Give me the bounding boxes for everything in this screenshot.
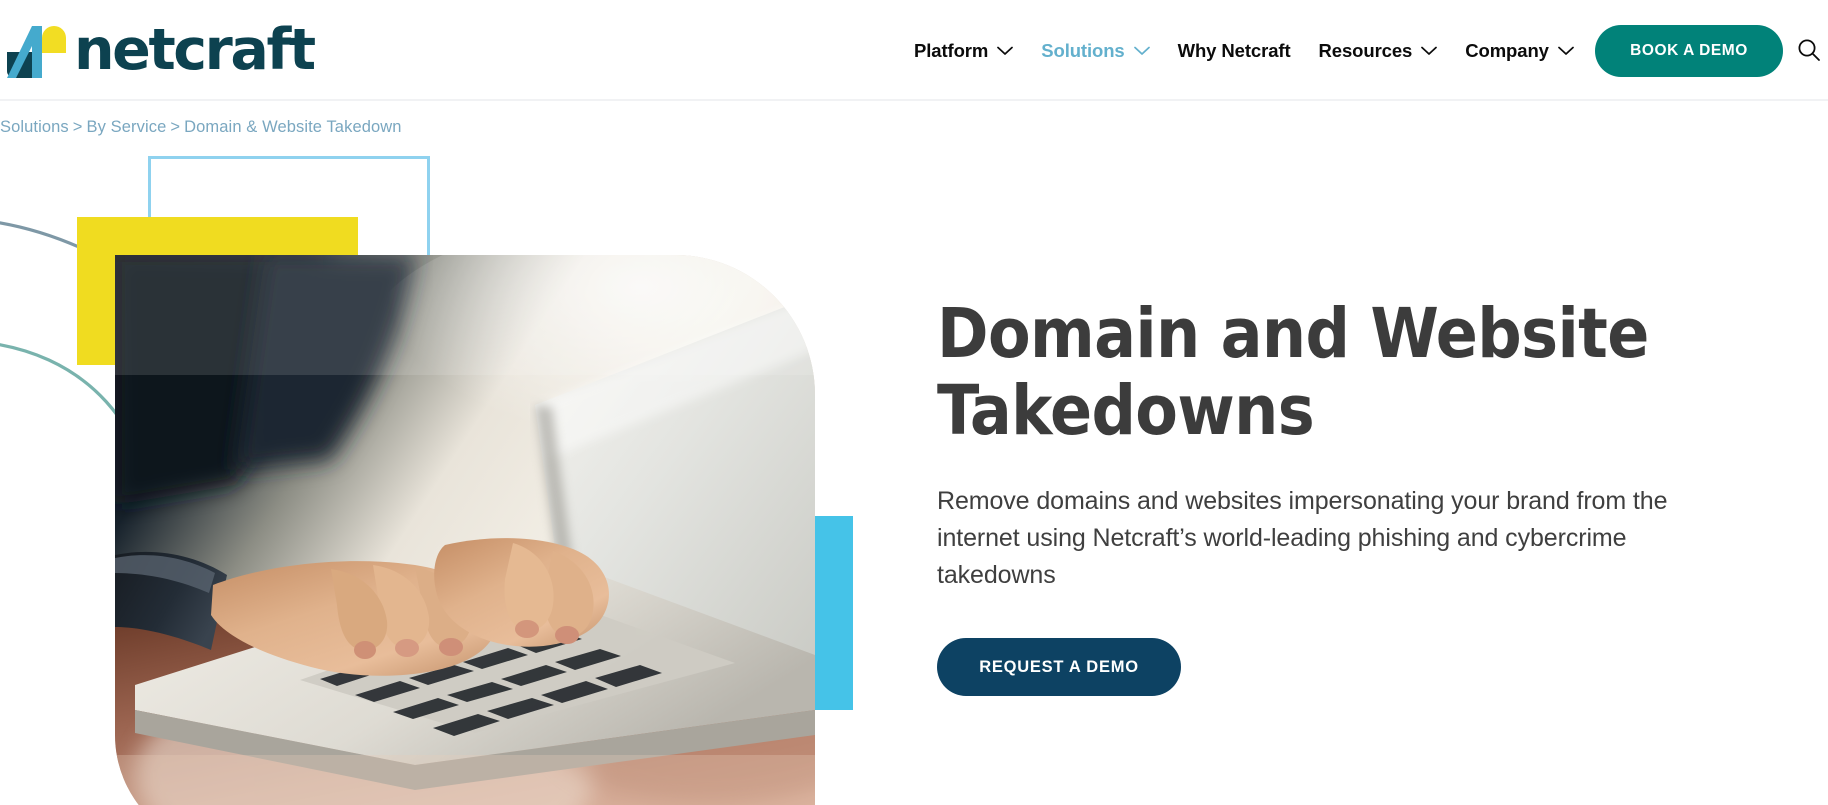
nav-item-why-netcraft[interactable]: Why Netcraft [1164, 0, 1305, 101]
search-icon [1798, 39, 1820, 61]
hero-image [115, 255, 815, 805]
netcraft-wordmark: netcraft [74, 17, 316, 83]
nav-label: Resources [1318, 39, 1413, 61]
nav-item-platform[interactable]: Platform [900, 0, 1027, 101]
nav-label: Company [1465, 39, 1549, 61]
site-header: netcraft Platform Solutions Why Netcraft… [0, 0, 1828, 101]
chevron-down-icon [997, 46, 1014, 55]
nav-item-solutions[interactable]: Solutions [1027, 0, 1163, 101]
breadcrumb-separator: > [170, 118, 181, 136]
primary-navigation: Platform Solutions Why Netcraft Resource… [900, 0, 1588, 101]
book-a-demo-button[interactable]: BOOK A DEMO [1595, 25, 1783, 77]
netcraft-logo[interactable]: netcraft [6, 14, 316, 86]
breadcrumb-separator: > [72, 118, 83, 136]
hero-copy: Domain and Website Takedowns Remove doma… [937, 296, 1727, 696]
breadcrumb: Solutions > By Service > Domain & Website Ta… [0, 118, 402, 137]
hero-subtitle: Remove domains and websites impersonatin… [937, 487, 1668, 589]
chevron-down-icon [1133, 46, 1150, 55]
search-button[interactable] [1793, 34, 1825, 66]
hero-section: Domain and Website Takedowns Remove doma… [0, 101, 1828, 805]
breadcrumb-item-current[interactable]: Domain & Website Takedown [184, 118, 401, 136]
hands-typing-laptop-photo [115, 255, 815, 805]
breadcrumb-item-solutions[interactable]: Solutions [0, 118, 69, 136]
nav-label: Why Netcraft [1177, 39, 1291, 61]
nav-label: Solutions [1041, 39, 1125, 61]
nav-label: Platform [914, 39, 989, 61]
chevron-down-icon [1421, 46, 1438, 55]
nav-item-resources[interactable]: Resources [1305, 0, 1452, 101]
chevron-down-icon [1557, 46, 1574, 55]
breadcrumb-item-by-service[interactable]: By Service [87, 118, 167, 136]
page-title: Domain and Website Takedowns [937, 294, 1649, 451]
logo-blue-diagonal [7, 26, 42, 78]
page-root: netcraft Platform Solutions Why Netcraft… [0, 0, 1828, 805]
request-a-demo-button[interactable]: REQUEST A DEMO [937, 638, 1181, 696]
nav-item-company[interactable]: Company [1451, 0, 1588, 101]
netcraft-n-logo-icon [6, 22, 66, 78]
